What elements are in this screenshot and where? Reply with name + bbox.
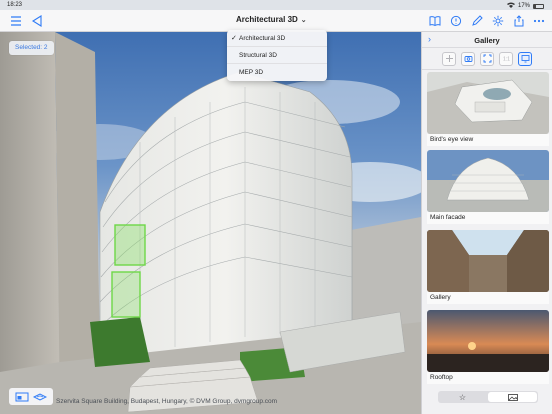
gallery-panel: › Gallery 1:1 Bird's eye view Main facad… bbox=[421, 32, 552, 414]
expand-button[interactable] bbox=[480, 51, 494, 66]
view-selector-button[interactable]: Architectural 3D ⌄ bbox=[236, 15, 307, 24]
gallery-item-rooftop[interactable]: Rooftop bbox=[427, 310, 549, 384]
thumbnail-rooftop bbox=[427, 310, 549, 372]
gallery-item-label: Gallery bbox=[427, 292, 549, 304]
selection-count[interactable]: Selected: 2 bbox=[9, 41, 54, 55]
gallery-title: Gallery bbox=[474, 36, 500, 45]
aspect-ratio-button[interactable]: 1:1 bbox=[499, 51, 513, 66]
battery-percent: 17% bbox=[517, 3, 530, 9]
pencil-icon[interactable] bbox=[471, 15, 483, 27]
panel-toggle-icon[interactable] bbox=[15, 392, 29, 402]
menu-item-label: Architectural 3D bbox=[239, 35, 286, 42]
gallery-images-icon[interactable] bbox=[488, 392, 537, 402]
gallery-item-label: Rooftop bbox=[427, 372, 549, 384]
menu-item-mep-3d[interactable]: MEP 3D bbox=[227, 64, 327, 81]
gallery-item-gallery[interactable]: Gallery bbox=[427, 230, 549, 304]
book-icon[interactable] bbox=[429, 15, 441, 27]
list-icon[interactable] bbox=[10, 15, 22, 27]
gallery-header: › Gallery bbox=[422, 32, 552, 48]
thumbnail-main-facade bbox=[427, 150, 549, 212]
menu-item-label: MEP 3D bbox=[239, 69, 264, 76]
model-caption: Szervita Square Building, Budapest, Hung… bbox=[56, 398, 278, 405]
chevron-down-icon: ⌄ bbox=[300, 16, 307, 24]
add-view-button[interactable] bbox=[442, 51, 456, 66]
thumbnail-gallery bbox=[427, 230, 549, 292]
thumbnail-birds-eye-view bbox=[427, 72, 549, 134]
gallery-item-birds-eye-view[interactable]: Bird's eye view bbox=[427, 72, 549, 146]
status-bar: 18:23 17% bbox=[0, 0, 552, 10]
wifi-icon bbox=[506, 2, 515, 10]
gallery-item-main-facade[interactable]: Main facade bbox=[427, 150, 549, 224]
battery-icon bbox=[533, 3, 544, 9]
status-time: 18:23 bbox=[7, 2, 23, 8]
gallery-toolbar: 1:1 bbox=[422, 48, 552, 70]
gallery-item-label: Main facade bbox=[427, 212, 549, 224]
building-3d-model[interactable] bbox=[0, 32, 421, 414]
chat-icon[interactable] bbox=[450, 15, 462, 27]
gallery-segmented-control: ☆ bbox=[438, 391, 538, 403]
status-right: 17% bbox=[506, 2, 544, 10]
view-title: Architectural 3D bbox=[236, 15, 298, 24]
menu-item-architectural-3d[interactable]: ✓ Architectural 3D bbox=[227, 30, 327, 47]
share-icon[interactable] bbox=[513, 15, 525, 27]
camera-button[interactable] bbox=[461, 51, 475, 66]
favorites-star-icon[interactable]: ☆ bbox=[438, 391, 487, 403]
menu-item-structural-3d[interactable]: Structural 3D bbox=[227, 47, 327, 64]
checkmark-icon: ✓ bbox=[231, 35, 237, 42]
menu-item-label: Structural 3D bbox=[239, 52, 277, 59]
gear-icon[interactable] bbox=[492, 15, 504, 27]
model-viewport[interactable]: Selected: 2 Szervita Square Building, Bu… bbox=[0, 32, 421, 414]
more-icon[interactable] bbox=[533, 15, 545, 27]
slideshow-button[interactable] bbox=[518, 51, 532, 66]
svg-text:1:1: 1:1 bbox=[503, 57, 510, 63]
gallery-item-label: Bird's eye view bbox=[427, 134, 549, 146]
navigation-cube-icon[interactable] bbox=[33, 392, 47, 402]
top-toolbar: Architectural 3D ⌄ bbox=[0, 10, 552, 32]
view-dropdown-menu: ✓ Architectural 3D Structural 3D MEP 3D bbox=[227, 30, 327, 81]
view-tools bbox=[9, 388, 53, 405]
back-triangle-icon[interactable] bbox=[31, 15, 43, 27]
